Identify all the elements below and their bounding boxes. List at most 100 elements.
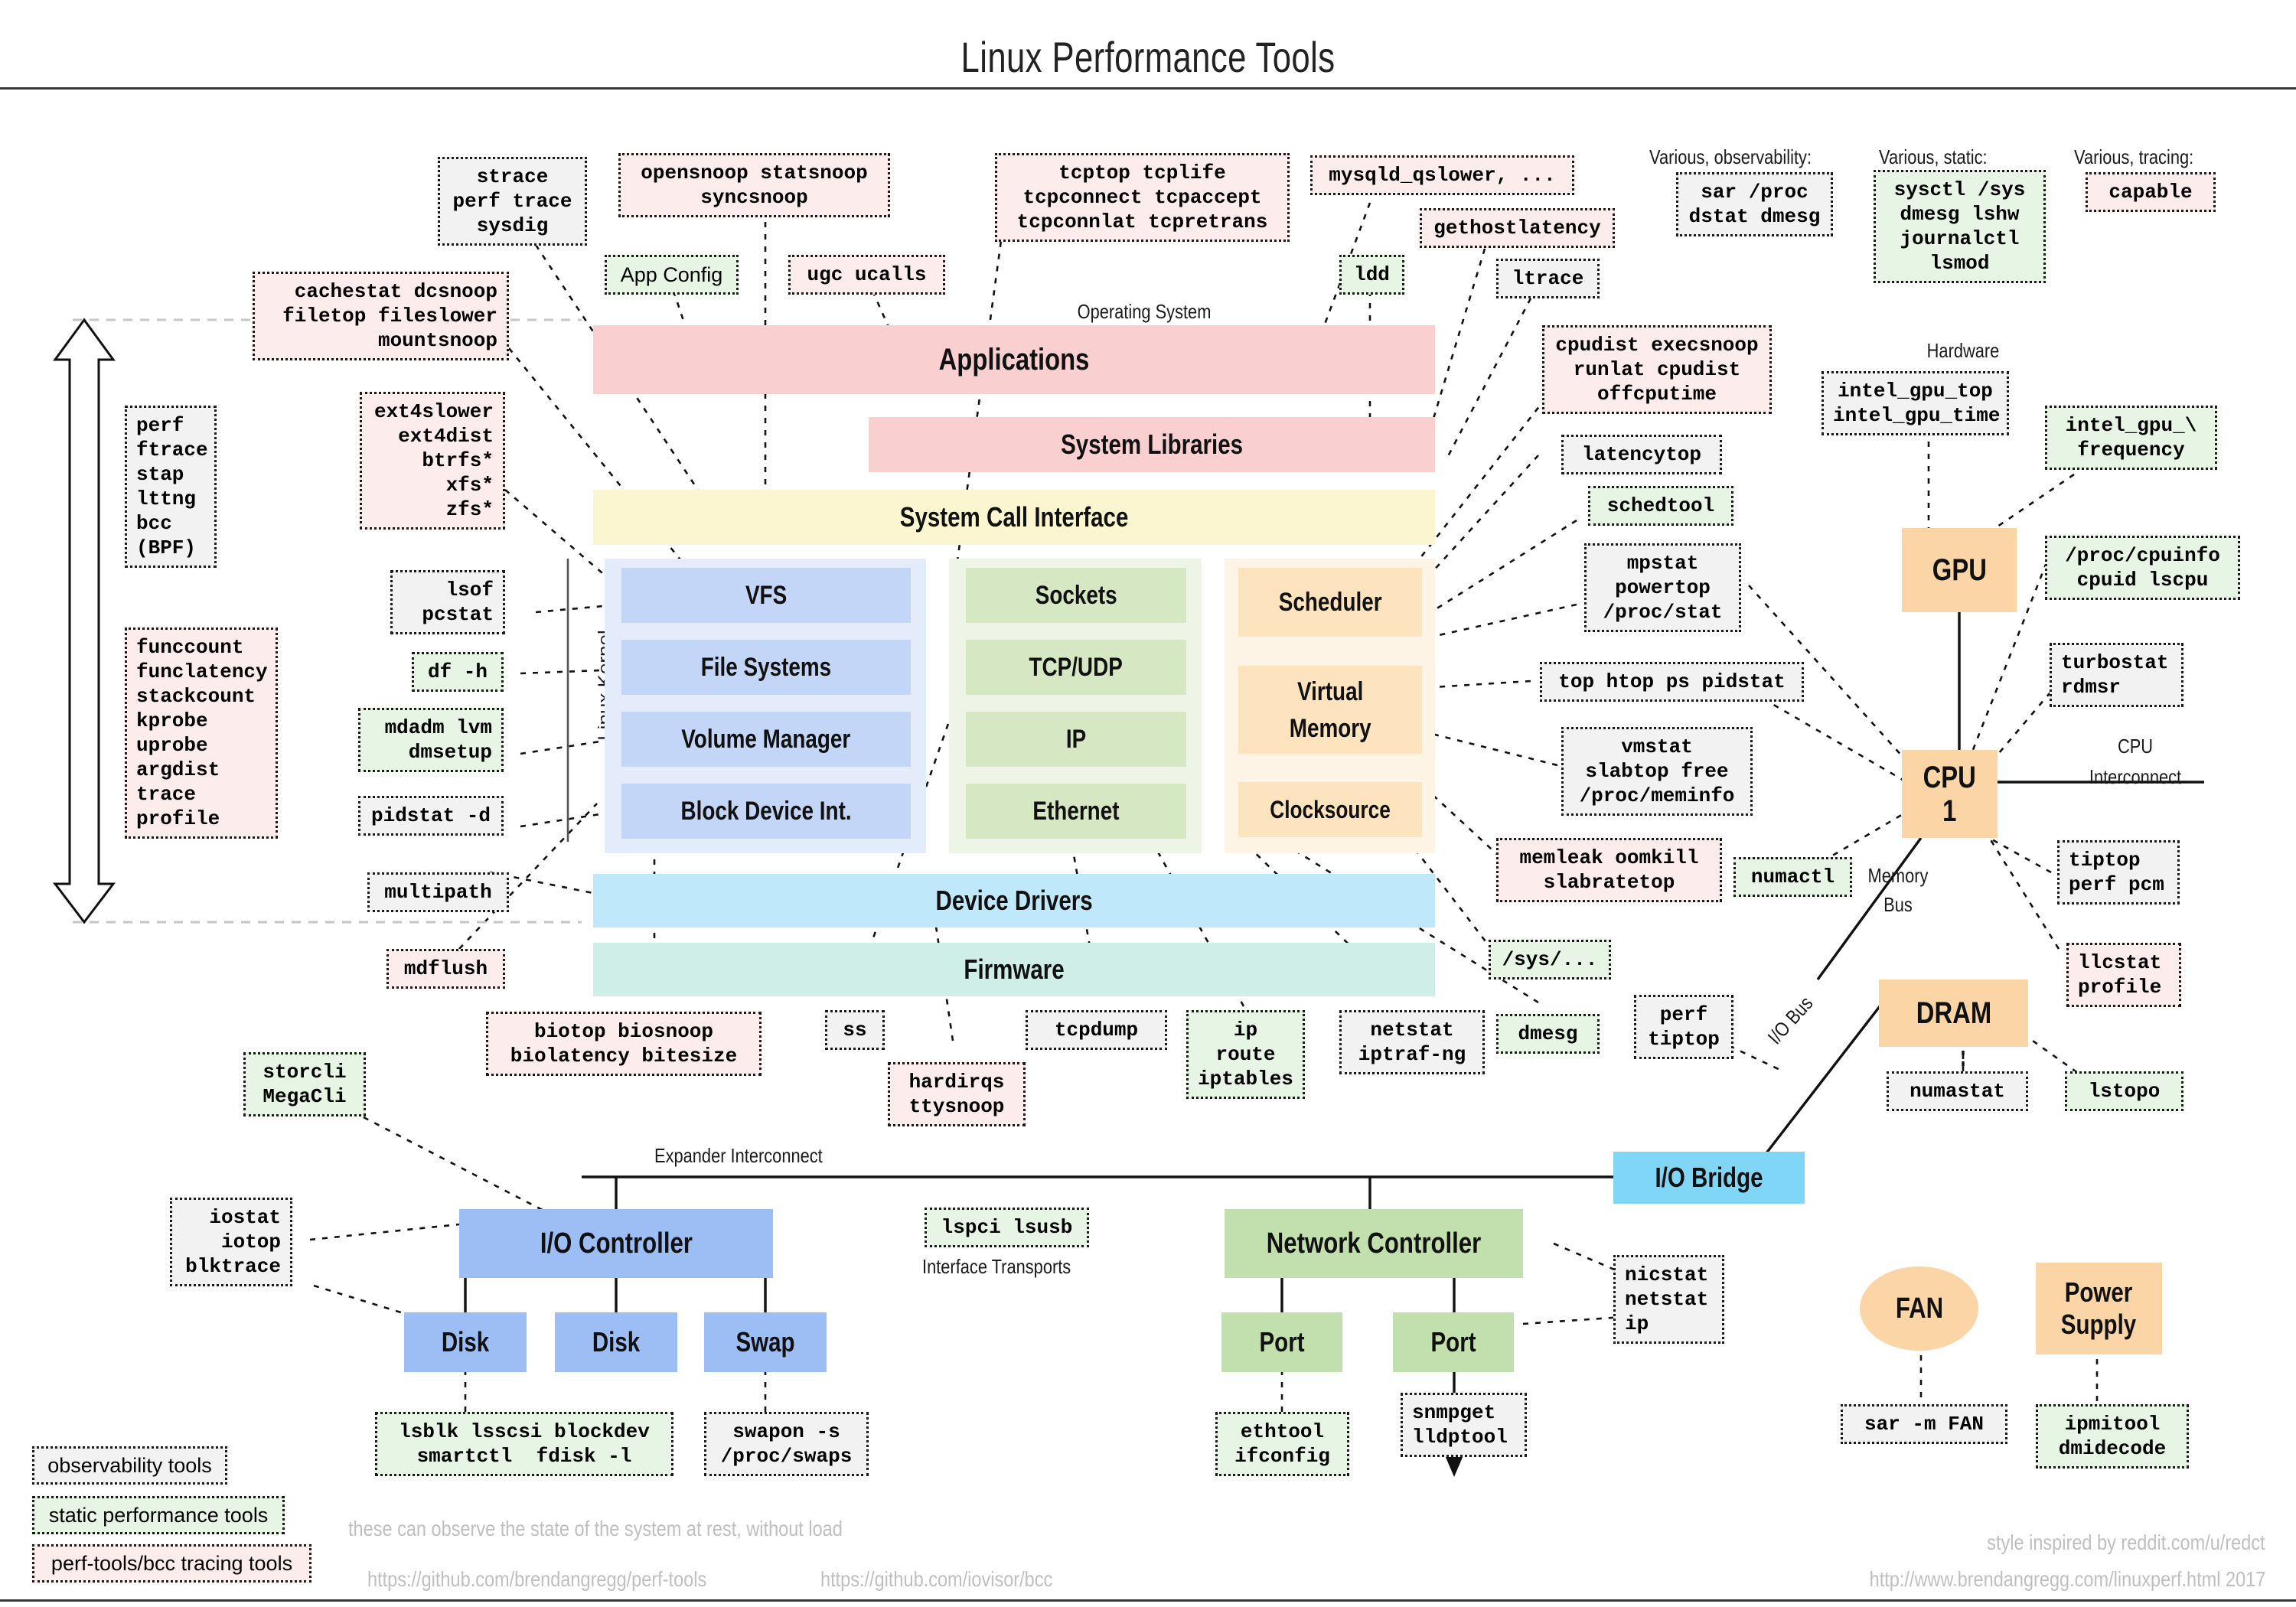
block-scheduler: Scheduler — [1238, 568, 1422, 637]
toolbox-capable: capable — [2086, 172, 2216, 212]
toolbox-ipmitool: ipmitool dmidecode — [2036, 1404, 2189, 1468]
block-block-device-int: Block Device Int. — [621, 784, 911, 839]
block-fan: FAN — [1860, 1266, 1978, 1351]
toolbox-multipath: multipath — [367, 872, 509, 912]
block-power-supply: Power Supply — [2036, 1263, 2162, 1354]
page-title: Linux Performance Tools — [960, 33, 1336, 81]
label-interface-transports: Interface Transports — [922, 1255, 1071, 1278]
legend-observability: observability tools — [32, 1446, 227, 1485]
block-system-libraries: System Libraries — [869, 417, 1435, 472]
toolbox-turbostat: turbostat rdmsr — [2050, 643, 2183, 707]
toolbox-proc-cpuinfo: /proc/cpuinfo cpuid lscpu — [2045, 536, 2240, 600]
block-cpu: CPU 1 — [1902, 750, 1998, 838]
toolbox-sar-proc: sar /proc dstat dmesg — [1676, 172, 1833, 236]
block-device-drivers: Device Drivers — [593, 874, 1435, 927]
toolbox-sar-fan: sar -m FAN — [1841, 1404, 2007, 1444]
toolbox-perf-tiptop: perf tiptop — [1634, 995, 1733, 1059]
title-bar: Linux Performance Tools — [0, 0, 2296, 81]
legend-url-bcc: https://github.com/iovisor/bcc — [820, 1567, 1053, 1591]
toolbox-df-h: df -h — [412, 652, 504, 692]
toolbox-schedtool: schedtool — [1588, 486, 1733, 526]
toolbox-biotop: biotop biosnoop biolatency bitesize — [486, 1012, 762, 1076]
toolbox-cpudist: cpudist execsnoop runlat cpudist offcput… — [1542, 325, 1772, 414]
toolbox-storcli: storcli MegaCli — [243, 1052, 366, 1116]
toolbox-app-config: App Config — [605, 255, 739, 295]
label-various-observability: Various, observability: — [1649, 145, 1812, 168]
toolbox-tiptop-perf-pcm: tiptop perf pcm — [2057, 840, 2180, 905]
toolbox-ltrace: ltrace — [1496, 259, 1600, 298]
bottom-divider — [0, 1599, 2296, 1602]
toolbox-iostat: iostat iotop blktrace — [170, 1198, 292, 1286]
toolbox-vmstat: vmstat slabtop free /proc/meminfo — [1561, 727, 1753, 816]
block-system-call-interface: System Call Interface — [593, 490, 1435, 545]
toolbox-mpstat: mpstat powertop /proc/stat — [1584, 543, 1741, 632]
credit-url: http://www.brendangregg.com/linuxperf.ht… — [1869, 1567, 2265, 1591]
toolbox-opensnoop: opensnoop statsnoop syncsnoop — [618, 153, 890, 217]
toolbox-numastat: numastat — [1887, 1071, 2028, 1111]
title-divider — [0, 87, 2296, 90]
toolbox-numactl: numactl — [1733, 857, 1852, 897]
toolbox-lstopo: lstopo — [2065, 1071, 2183, 1111]
block-port-2: Port — [1393, 1312, 1514, 1372]
block-io-bridge: I/O Bridge — [1613, 1152, 1805, 1204]
toolbox-ldd: ldd — [1339, 255, 1404, 295]
toolbox-tcptop: tcptop tcplife tcpconnect tcpaccept tcpc… — [995, 153, 1290, 242]
toolbox-gethostlatency: gethostlatency — [1420, 208, 1615, 248]
block-gpu: GPU — [1902, 528, 2017, 612]
label-cpu-interconnect: CPU Interconnect — [2089, 735, 2182, 788]
legend-static: static performance tools — [32, 1496, 285, 1534]
block-dram: DRAM — [1879, 980, 2028, 1047]
block-ip: IP — [966, 712, 1186, 767]
toolbox-ugc-ucalls: ugc ucalls — [788, 255, 945, 295]
toolbox-mysqld-qslower: mysqld_qslower, ... — [1310, 155, 1574, 195]
toolbox-memleak: memleak oomkill slabratetop — [1496, 838, 1722, 902]
toolbox-cachestat: cachestat dcsnoop filetop fileslower mou… — [253, 272, 509, 360]
label-various-static: Various, static: — [1879, 145, 1988, 168]
block-tcp-udp: TCP/UDP — [966, 640, 1186, 695]
block-virtual-memory: Virtual Memory — [1238, 666, 1422, 754]
toolbox-netstat-iptraf: netstat iptraf-ng — [1339, 1010, 1485, 1074]
toolbox-ext4slower: ext4slower ext4dist btrfs* xfs* zfs* — [360, 392, 505, 530]
legend-url-perf-tools: https://github.com/brendangregg/perf-too… — [367, 1567, 707, 1591]
label-various-tracing: Various, tracing: — [2074, 145, 2194, 168]
block-disk-1: Disk — [404, 1312, 527, 1372]
legend-note-static: these can observe the state of the syste… — [348, 1517, 843, 1540]
block-io-controller: I/O Controller — [459, 1209, 773, 1278]
toolbox-dmesg: dmesg — [1496, 1014, 1600, 1054]
toolbox-ethtool: ethtool ifconfig — [1215, 1412, 1349, 1476]
toolbox-top-htop: top htop ps pidstat — [1540, 662, 1804, 702]
linux-performance-tools-diagram: Linux Performance Tools Operating System… — [0, 0, 2296, 1607]
toolbox-sys-dots: /sys/... — [1489, 940, 1611, 980]
toolbox-perf-ftrace: perf ftrace stap lttng bcc (BPF) — [125, 406, 217, 568]
toolbox-funccount: funccount funclatency stackcount kprobe … — [125, 627, 278, 839]
legend-tracing: perf-tools/bcc tracing tools — [32, 1544, 311, 1583]
toolbox-ss: ss — [825, 1010, 885, 1050]
label-expander-interconnect: Expander Interconnect — [654, 1144, 823, 1167]
block-vfs: VFS — [621, 568, 911, 623]
toolbox-llcstat: llcstat profile — [2066, 943, 2181, 1007]
toolbox-pidstat-d: pidstat -d — [358, 796, 504, 836]
toolbox-lsof-pcstat: lsof pcstat — [390, 570, 505, 634]
toolbox-lspci: lspci lsusb — [925, 1208, 1089, 1247]
toolbox-tcpdump: tcpdump — [1026, 1010, 1167, 1050]
toolbox-nicstat: nicstat netstat ip — [1613, 1255, 1724, 1344]
toolbox-latencytop: latencytop — [1561, 435, 1722, 474]
toolbox-lsblk: lsblk lsscsi blockdev smartctl fdisk -l — [375, 1412, 673, 1476]
label-operating-system: Operating System — [1077, 300, 1212, 323]
toolbox-intel-gpu-frequency: intel_gpu_\ frequency — [2045, 406, 2217, 470]
block-ethernet: Ethernet — [966, 784, 1186, 839]
label-hardware: Hardware — [1926, 339, 2000, 362]
toolbox-intel-gpu-top: intel_gpu_top intel_gpu_time — [1821, 371, 2009, 435]
toolbox-strace: strace perf trace sysdig — [438, 157, 587, 246]
toolbox-mdflush: mdflush — [386, 949, 505, 989]
block-firmware: Firmware — [593, 943, 1435, 996]
block-sockets: Sockets — [966, 568, 1186, 623]
label-memory-bus: Memory Bus — [1867, 864, 1929, 916]
block-swap: Swap — [704, 1312, 827, 1372]
toolbox-mdadm-lvm: mdadm lvm dmsetup — [358, 708, 504, 772]
block-network-controller: Network Controller — [1225, 1209, 1523, 1278]
toolbox-hardirqs: hardirqs ttysnoop — [888, 1062, 1026, 1126]
block-disk-2: Disk — [555, 1312, 677, 1372]
toolbox-sysctl: sysctl /sys dmesg lshw journalctl lsmod — [1874, 170, 2046, 283]
block-applications: Applications — [593, 325, 1435, 394]
